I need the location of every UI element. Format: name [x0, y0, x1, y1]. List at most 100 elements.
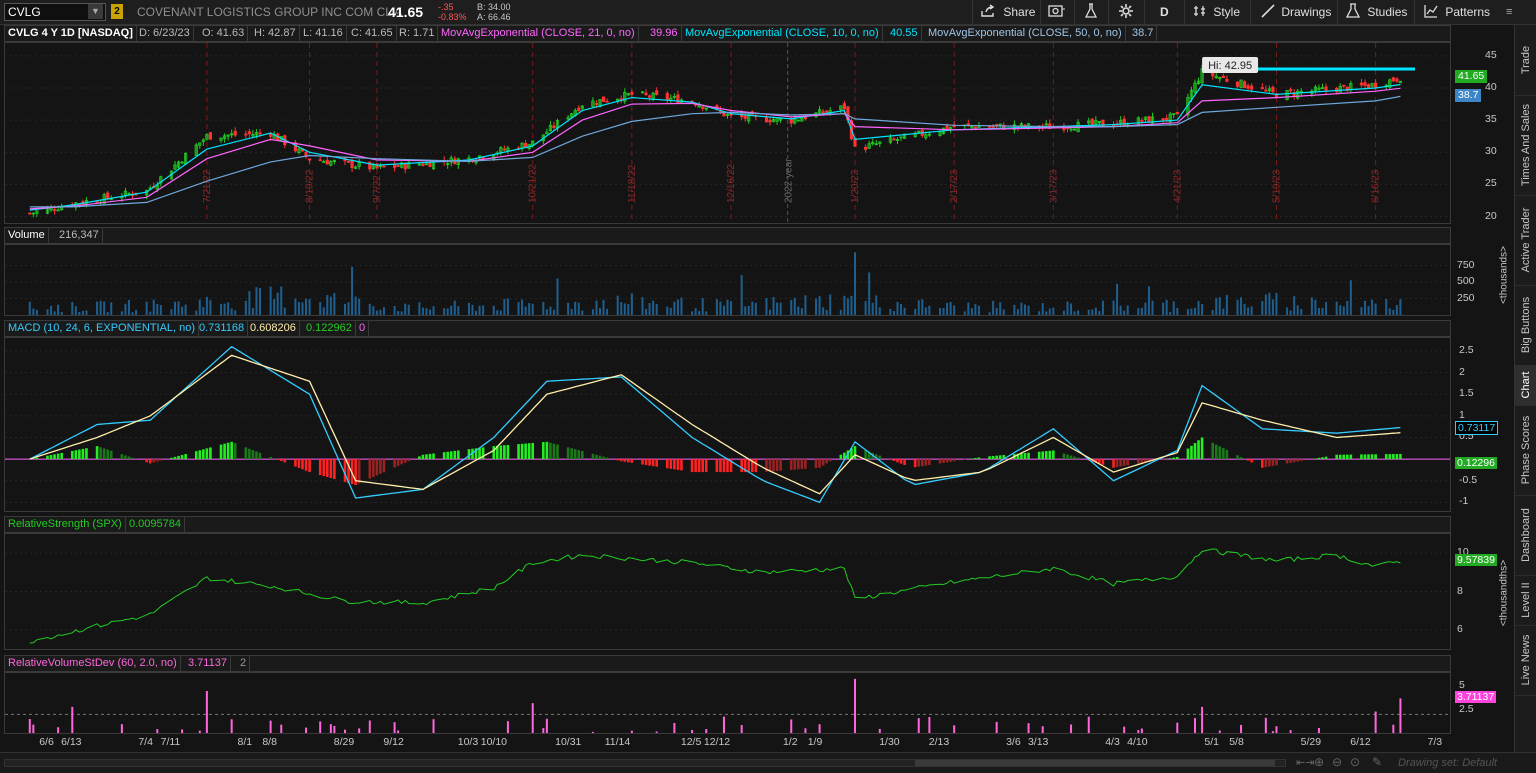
ema10-label[interactable]: MovAvgExponential (CLOSE, 10, 0, no) — [682, 26, 883, 41]
drawing-set-status[interactable]: Drawing set: Default — [1398, 757, 1497, 769]
volume-bar — [103, 302, 105, 315]
rv-bar — [333, 726, 335, 733]
scroll-arrows-icon[interactable]: ⇤⇥ — [1296, 756, 1314, 769]
price-chart[interactable]: 7/21/228/19/229/7/2210/21/2211/18/2212/1… — [5, 43, 1450, 223]
volume-bar — [280, 286, 282, 315]
macd-diff-bar — [110, 451, 113, 459]
volume-bar — [85, 310, 87, 315]
share-button[interactable]: Share — [980, 0, 1035, 24]
volume-bar — [716, 299, 718, 315]
volume-chart[interactable] — [5, 245, 1450, 315]
rv-bar — [928, 717, 930, 733]
aggregation-button[interactable]: D — [1160, 0, 1169, 24]
snapshot-button[interactable] — [1048, 0, 1066, 24]
date-axis[interactable]: 6/66/137/47/118/18/88/299/1210/310/1010/… — [4, 735, 1451, 751]
price-axis-tick: 30 — [1485, 145, 1497, 157]
side-tab-big-buttons[interactable]: Big Buttons — [1515, 285, 1536, 366]
volume-axis[interactable]: 750500250 — [1455, 244, 1497, 316]
zoom-out-icon[interactable]: ⊖ — [1332, 755, 1342, 769]
rv-bar — [29, 719, 31, 733]
side-tab-active-trader[interactable]: Active Trader — [1515, 195, 1536, 286]
ema21-label[interactable]: MovAvgExponential (CLOSE, 21, 0, no) — [438, 26, 639, 41]
macd-axis[interactable]: 2.521.510.5-0.5-10.731170.12296 — [1455, 337, 1513, 512]
horizontal-scrollbar[interactable] — [4, 759, 1286, 767]
macd-diff-bar — [96, 446, 99, 459]
macd-diff-bar — [627, 459, 630, 462]
volume-bar — [748, 306, 750, 315]
rv-axis[interactable]: 52.53.71137 — [1455, 672, 1513, 734]
symbol-input[interactable]: CVLG — [8, 5, 41, 19]
rs-label[interactable]: RelativeStrength (SPX) — [5, 517, 126, 532]
reset-zoom-icon[interactable]: ⊙ — [1350, 755, 1360, 769]
volume-bar — [227, 302, 229, 315]
volume-bar — [294, 299, 296, 315]
rv-bar — [32, 725, 34, 733]
volume-bar — [355, 297, 357, 315]
volume-bar — [1318, 308, 1320, 315]
volume-bar — [305, 299, 307, 315]
macd-pane[interactable] — [4, 337, 1451, 512]
menu-icon[interactable]: ≡ — [1506, 6, 1512, 18]
date-axis-tick: 9/12 — [382, 736, 406, 748]
volume-bar — [319, 302, 321, 315]
macd-diff-bar — [517, 444, 520, 459]
volume-pane[interactable] — [4, 244, 1451, 316]
volume-bar — [1212, 310, 1214, 315]
volume-bar — [865, 301, 867, 315]
side-tab-chart[interactable]: Chart — [1515, 365, 1536, 406]
macd-diff-bar — [46, 456, 49, 459]
settings-button[interactable] — [1118, 0, 1134, 24]
rv-pane[interactable] — [4, 672, 1451, 734]
volume-label[interactable]: Volume — [5, 228, 49, 243]
volume-bar — [702, 298, 704, 315]
rv-bar — [705, 729, 707, 733]
macd-diff-bar — [145, 459, 148, 462]
scrollbar-thumb[interactable] — [915, 760, 1275, 766]
candle-body — [825, 111, 827, 112]
volume-bar — [255, 287, 257, 315]
patterns-button[interactable]: Patterns — [1424, 0, 1490, 24]
macd-diff-bar — [666, 459, 669, 468]
ema50-label[interactable]: MovAvgExponential (CLOSE, 50, 0, no) — [925, 26, 1126, 41]
rs-pane[interactable] — [4, 533, 1451, 650]
macd-diff-bar — [71, 451, 74, 459]
macd-diff-bar — [1236, 455, 1239, 459]
macd-chart[interactable] — [5, 338, 1450, 511]
macd-diff-bar — [75, 450, 78, 459]
rv-label[interactable]: RelativeVolumeStDev (60, 2.0, no) — [5, 656, 181, 671]
volume-bar — [744, 306, 746, 315]
studies-button[interactable]: Studies — [1346, 0, 1407, 24]
macd-diff-bar — [503, 445, 506, 459]
chevron-down-icon[interactable]: ▼ — [88, 4, 103, 19]
earnings-date-label: 7/21/22 — [202, 169, 213, 203]
side-tab-level-ii[interactable]: Level II — [1515, 575, 1536, 626]
side-tab-times-and-sales[interactable]: Times And Sales — [1515, 95, 1536, 196]
side-tab-live-news[interactable]: Live News — [1515, 625, 1536, 696]
volume-bar — [1325, 302, 1327, 315]
rv-threshold: 2 — [237, 656, 250, 671]
rs-axis[interactable]: 10869.57839 — [1455, 533, 1497, 650]
zoom-in-icon[interactable]: ⊕ — [1314, 755, 1324, 769]
drawings-button[interactable]: Drawings — [1260, 0, 1331, 24]
date-axis-tick: 10/31 — [555, 736, 579, 748]
volume-bar — [822, 307, 824, 315]
flask-button[interactable] — [1084, 0, 1098, 24]
side-tab-trade[interactable]: Trade — [1515, 25, 1536, 96]
macd-label[interactable]: MACD (10, 24, 6, EXPONENTIAL, no) — [5, 321, 199, 336]
side-tab-phase-scores[interactable]: Phase Scores — [1515, 405, 1536, 496]
price-pane[interactable]: 7/21/228/19/229/7/2210/21/2211/18/2212/1… — [4, 42, 1451, 224]
rv-bar — [1272, 731, 1274, 733]
rv-chart[interactable] — [5, 673, 1450, 733]
drawing-pencil-icon[interactable]: ✎ — [1372, 755, 1382, 769]
macd-diff-bar — [1048, 451, 1051, 459]
style-button[interactable]: Style — [1192, 0, 1240, 24]
side-tab-dashboard[interactable]: Dashboard — [1515, 495, 1536, 576]
macd-diff-bar — [1335, 455, 1338, 459]
link-group-badge[interactable]: 2 — [111, 4, 123, 19]
rs-chart[interactable] — [5, 534, 1450, 649]
volume-bar — [185, 305, 187, 315]
macd-diff-bar — [829, 459, 832, 461]
price-axis[interactable]: 45403530252041.6538.7 — [1455, 25, 1513, 224]
macd-diff-bar — [815, 459, 818, 468]
rv-bar — [879, 729, 881, 733]
